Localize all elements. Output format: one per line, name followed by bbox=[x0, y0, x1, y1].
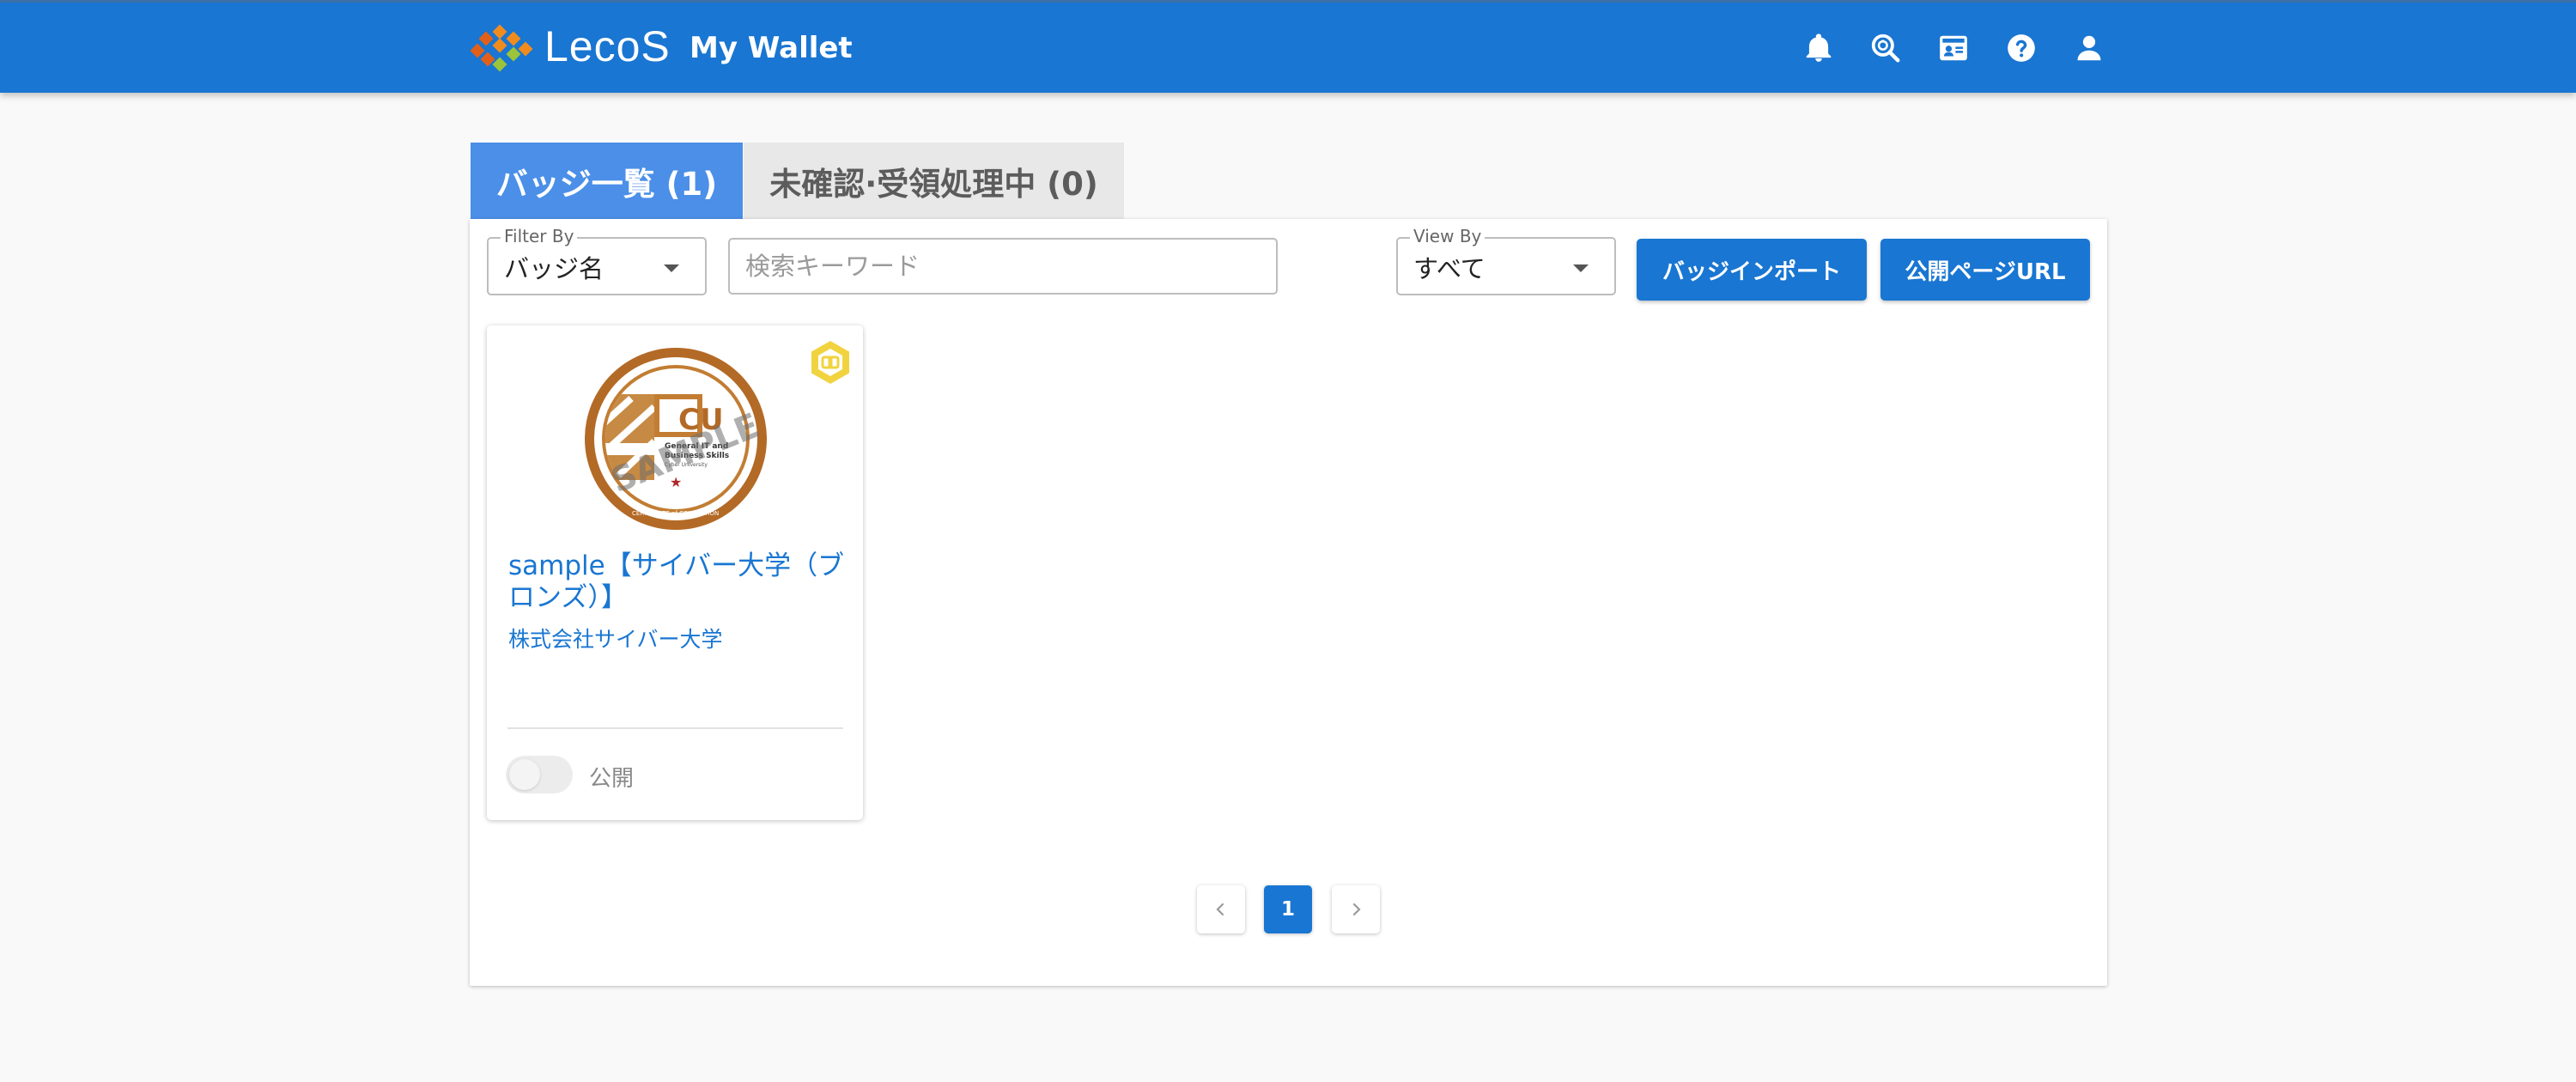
view-by-legend: View By bbox=[1410, 227, 1485, 246]
id-card-icon[interactable] bbox=[1937, 32, 1970, 64]
public-toggle[interactable] bbox=[506, 756, 573, 793]
search-input[interactable] bbox=[728, 238, 1278, 295]
badge-import-button[interactable]: バッジインポート bbox=[1637, 239, 1867, 301]
badge-ring-text: CERTIFICATE of COMPLETION bbox=[632, 510, 719, 517]
filter-by-select[interactable]: Filter By バッジ名 bbox=[487, 227, 707, 295]
lecos-logo-icon[interactable] bbox=[471, 23, 534, 76]
public-page-url-button[interactable]: 公開ページURL bbox=[1880, 239, 2090, 301]
badge-issuer-link[interactable]: 株式会社サイバー大学 bbox=[508, 623, 723, 653]
view-by-value: すべて bbox=[1413, 254, 1485, 283]
pagination-next-button[interactable] bbox=[1332, 885, 1380, 933]
badge-image[interactable]: CU General IT and Business Skills Cyber … bbox=[584, 347, 768, 531]
page-title: My Wallet bbox=[690, 31, 853, 65]
pagination-prev-button[interactable] bbox=[1197, 885, 1245, 933]
chevron-down-icon bbox=[664, 264, 679, 272]
filter-by-value: バッジ名 bbox=[504, 254, 605, 283]
filter-by-legend: Filter By bbox=[501, 227, 578, 246]
pagination-page-1[interactable]: 1 bbox=[1264, 885, 1312, 933]
brand-name: LecoS bbox=[544, 22, 671, 70]
bell-icon[interactable] bbox=[1802, 32, 1835, 64]
blockchain-icon bbox=[811, 341, 849, 384]
card-divider bbox=[507, 727, 843, 729]
public-toggle-label: 公開 bbox=[589, 766, 635, 792]
badge-card[interactable]: CU General IT and Business Skills Cyber … bbox=[487, 325, 863, 820]
chevron-left-icon bbox=[1216, 903, 1224, 916]
view-by-select[interactable]: View By すべて bbox=[1396, 227, 1616, 295]
help-icon[interactable] bbox=[2005, 32, 2038, 64]
toggle-knob bbox=[509, 759, 540, 790]
chevron-right-icon bbox=[1352, 903, 1361, 916]
user-icon[interactable] bbox=[2073, 32, 2105, 64]
chevron-down-icon bbox=[1573, 264, 1589, 272]
search-badge-icon[interactable] bbox=[1869, 32, 1902, 64]
badge-title-link[interactable]: sample【サイバー大学（ブロンズ）】 bbox=[508, 550, 852, 614]
tab-badge-list[interactable]: バッジ一覧 (1) bbox=[471, 143, 743, 219]
tab-pending[interactable]: 未確認·受領処理中 (0) bbox=[744, 143, 1124, 219]
app-header: LecoS My Wallet bbox=[0, 0, 2576, 93]
